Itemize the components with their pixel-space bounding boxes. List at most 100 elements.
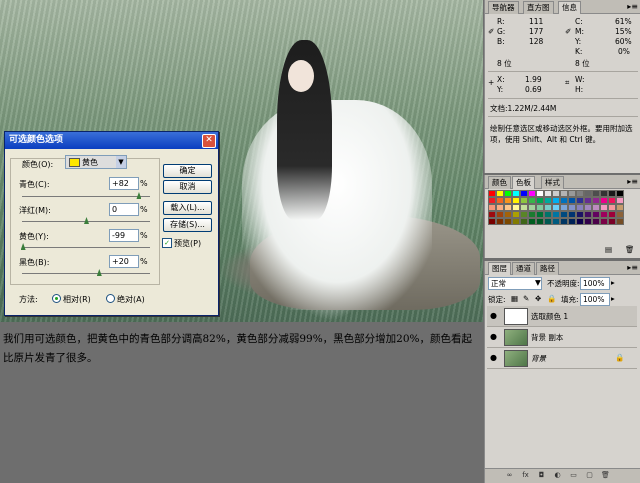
folder-icon[interactable]: ▭: [569, 471, 578, 480]
layer-row[interactable]: ● 选取颜色 1: [487, 306, 637, 327]
swatch[interactable]: [504, 190, 512, 197]
swatch[interactable]: [576, 190, 584, 197]
swatch[interactable]: [584, 204, 592, 211]
swatch[interactable]: [512, 211, 520, 218]
fill-input[interactable]: 100%: [580, 293, 610, 306]
panel-menu-icon[interactable]: ▸≡: [627, 263, 638, 272]
chevron-down-icon[interactable]: ▼: [535, 278, 541, 287]
swatch[interactable]: [520, 211, 528, 218]
swatch[interactable]: [568, 211, 576, 218]
tab-styles[interactable]: 样式: [541, 176, 564, 189]
swatch[interactable]: [552, 197, 560, 204]
swatch[interactable]: [528, 190, 536, 197]
swatch[interactable]: [560, 197, 568, 204]
swatch[interactable]: [520, 218, 528, 225]
preview-checkbox[interactable]: ✓: [162, 238, 172, 248]
swatch[interactable]: [512, 190, 520, 197]
swatch[interactable]: [608, 190, 616, 197]
black-input[interactable]: +20: [109, 255, 139, 268]
swatch[interactable]: [496, 197, 504, 204]
fx-icon[interactable]: fx: [521, 471, 530, 480]
close-icon[interactable]: ✕: [202, 134, 216, 148]
tab-info[interactable]: 信息: [558, 1, 581, 14]
swatch[interactable]: [576, 211, 584, 218]
swatch[interactable]: [560, 190, 568, 197]
new-layer-icon[interactable]: ▢: [585, 471, 594, 480]
swatch[interactable]: [488, 190, 496, 197]
yellow-slider-track[interactable]: [22, 247, 150, 248]
color-select[interactable]: 黄色 ▼: [65, 155, 127, 169]
panel-menu-icon[interactable]: ▸≡: [627, 177, 638, 186]
swatch[interactable]: [496, 211, 504, 218]
save-button[interactable]: 存储(S)...: [163, 218, 212, 232]
swatch[interactable]: [576, 204, 584, 211]
swatch[interactable]: [528, 211, 536, 218]
swatch[interactable]: [520, 197, 528, 204]
swatch[interactable]: [616, 190, 624, 197]
yellow-input[interactable]: -99: [109, 229, 139, 242]
swatch[interactable]: [520, 190, 528, 197]
link-icon[interactable]: ∞: [505, 471, 514, 480]
swatch[interactable]: [592, 197, 600, 204]
lock-position-icon[interactable]: ✥: [535, 294, 541, 303]
swatch[interactable]: [504, 211, 512, 218]
swatch[interactable]: [584, 190, 592, 197]
swatch[interactable]: [528, 197, 536, 204]
swatch[interactable]: [608, 218, 616, 225]
swatch[interactable]: [488, 211, 496, 218]
swatch[interactable]: [608, 211, 616, 218]
swatch[interactable]: [496, 218, 504, 225]
swatch[interactable]: [528, 204, 536, 211]
chevron-right-icon[interactable]: ▸: [611, 278, 615, 287]
swatch[interactable]: [544, 211, 552, 218]
swatch[interactable]: [568, 190, 576, 197]
opacity-input[interactable]: 100%: [580, 277, 610, 290]
swatch[interactable]: [592, 218, 600, 225]
swatch[interactable]: [520, 204, 528, 211]
swatch[interactable]: [512, 204, 520, 211]
swatch[interactable]: [536, 197, 544, 204]
swatch[interactable]: [544, 218, 552, 225]
lock-all-icon[interactable]: 🔒: [547, 294, 556, 303]
swatch[interactable]: [504, 204, 512, 211]
swatch[interactable]: [552, 211, 560, 218]
swatch[interactable]: [568, 197, 576, 204]
swatch[interactable]: [488, 218, 496, 225]
blend-mode-select[interactable]: 正常: [488, 277, 542, 290]
swatch[interactable]: [584, 211, 592, 218]
swatch[interactable]: [536, 218, 544, 225]
absolute-radio[interactable]: [106, 294, 115, 303]
swatch[interactable]: [576, 197, 584, 204]
cyan-input[interactable]: +82: [109, 177, 139, 190]
tab-layers[interactable]: 图层: [488, 262, 511, 275]
folder-icon[interactable]: ▤: [605, 245, 612, 254]
swatch[interactable]: [512, 218, 520, 225]
eye-icon[interactable]: ●: [489, 332, 498, 341]
swatch[interactable]: [608, 197, 616, 204]
swatch[interactable]: [504, 197, 512, 204]
swatch[interactable]: [568, 204, 576, 211]
ok-button[interactable]: 确定: [163, 164, 212, 178]
adjustment-icon[interactable]: ◐: [553, 471, 562, 480]
swatch[interactable]: [496, 190, 504, 197]
dialog-titlebar[interactable]: 可选颜色选项 ✕: [5, 132, 218, 149]
cyan-slider-track[interactable]: [22, 196, 150, 197]
swatch[interactable]: [528, 218, 536, 225]
swatch[interactable]: [512, 197, 520, 204]
lock-pixels-icon[interactable]: ✎: [523, 294, 529, 303]
swatch[interactable]: [600, 211, 608, 218]
swatch[interactable]: [616, 197, 624, 204]
tab-navigator[interactable]: 导航器: [488, 1, 519, 14]
swatch[interactable]: [536, 190, 544, 197]
swatch[interactable]: [552, 190, 560, 197]
swatch[interactable]: [544, 197, 552, 204]
swatch[interactable]: [552, 218, 560, 225]
load-button[interactable]: 载入(L)...: [163, 201, 212, 215]
chevron-right-icon[interactable]: ▸: [611, 294, 615, 303]
swatch[interactable]: [592, 204, 600, 211]
swatch[interactable]: [608, 204, 616, 211]
swatch[interactable]: [560, 218, 568, 225]
swatch[interactable]: [536, 204, 544, 211]
swatch[interactable]: [584, 218, 592, 225]
eye-icon[interactable]: ●: [489, 311, 498, 320]
